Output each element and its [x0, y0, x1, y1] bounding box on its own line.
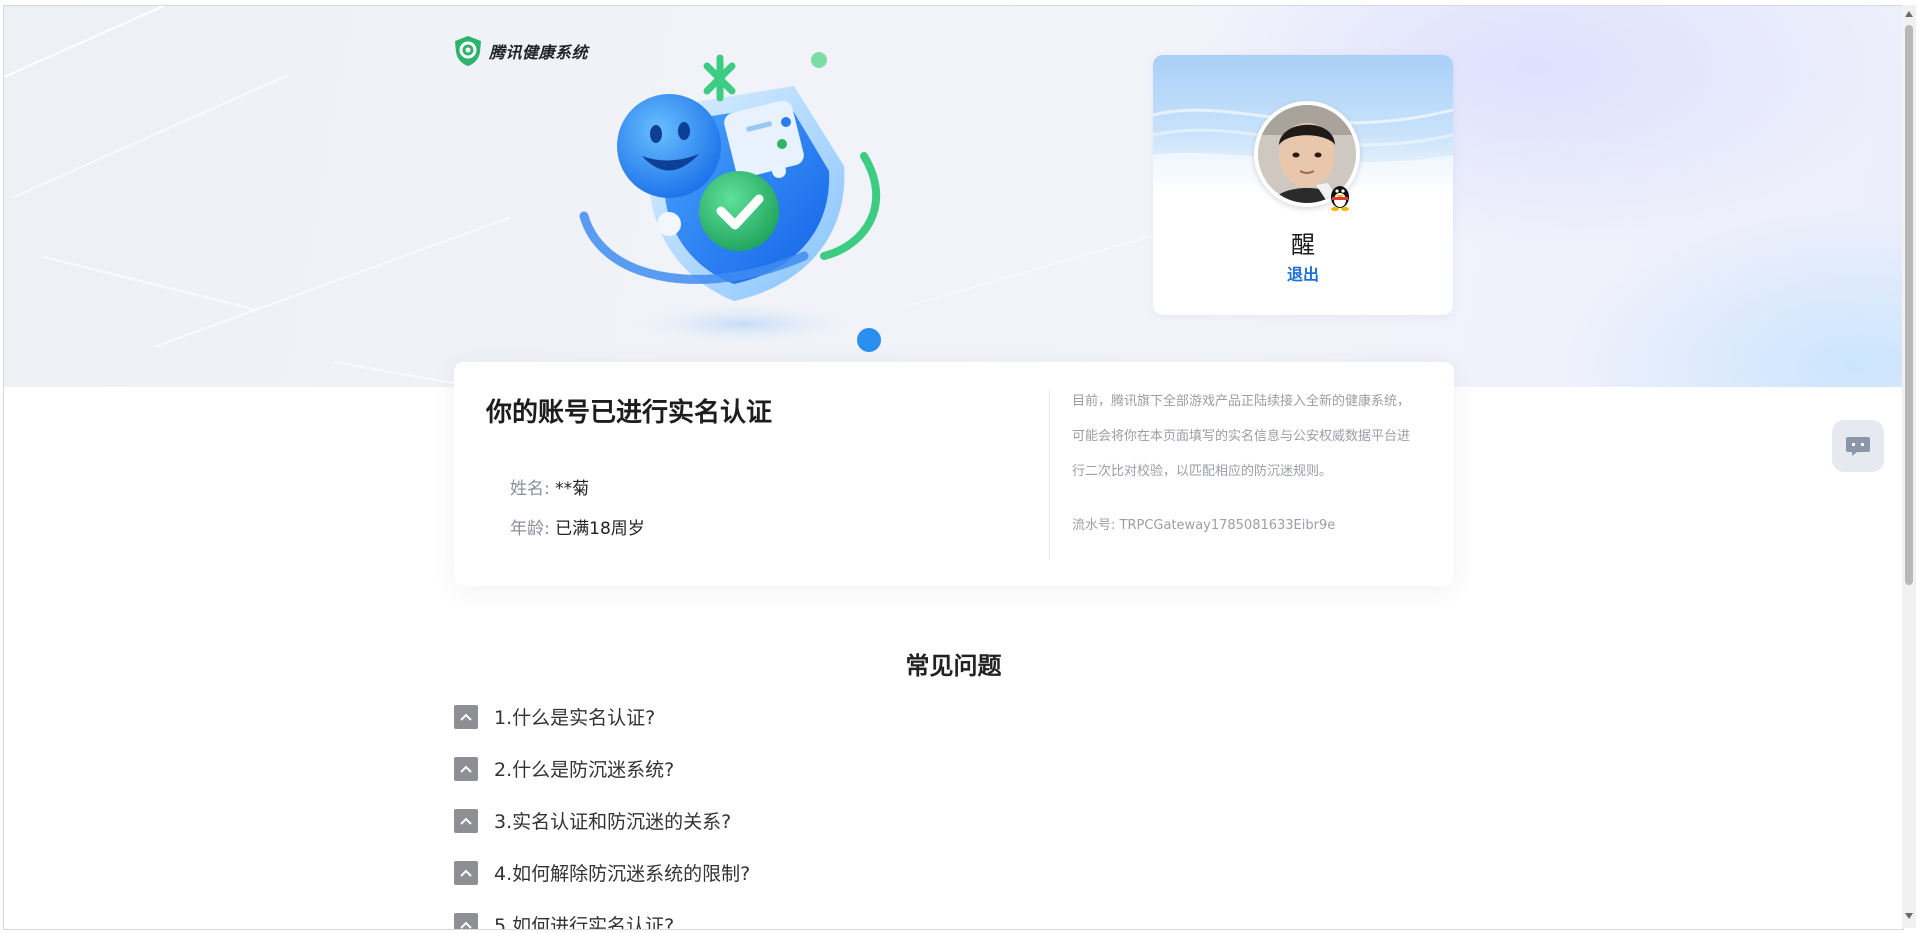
chat-bubble-icon — [1846, 437, 1870, 456]
faq-item-label: 4.如何解除防沉迷系统的限制? — [494, 863, 751, 885]
hero-banner: 腾讯健康系统 — [4, 6, 1903, 405]
faq-item-4[interactable]: 4.如何解除防沉迷系统的限制? — [454, 859, 750, 886]
shield-illustration-icon — [579, 52, 881, 352]
chevron-up-icon[interactable] — [454, 912, 478, 929]
serial-number: 流水号: TRPCGateway1785081633Eibr9e — [1072, 514, 1335, 533]
faq-item-label: 1.什么是实名认证? — [494, 707, 656, 729]
chevron-up-icon[interactable] — [454, 756, 478, 781]
auth-notice: 目前，腾讯旗下全部游戏产品正陆续接入全新的健康系统，可能会将你在本页面填写的实名… — [1072, 394, 1411, 479]
vertical-scrollbar[interactable] — [1902, 5, 1916, 928]
age-value: 已满18周岁 — [555, 519, 645, 539]
faq-title: 常见问题 — [905, 652, 1002, 680]
age-row: 年龄: 已满18周岁 — [510, 514, 645, 539]
faq-item-3[interactable]: 3.实名认证和防沉迷的关系? — [454, 807, 731, 834]
faq-item-label: 3.实名认证和防沉迷的关系? — [494, 811, 732, 833]
customer-service-button[interactable] — [1832, 420, 1884, 472]
qq-penguin-icon — [1331, 186, 1349, 211]
card-divider — [1049, 390, 1050, 560]
faq-item-5[interactable]: 5.如何进行实名认证? — [454, 911, 675, 930]
name-row: 姓名: **菊 — [510, 474, 589, 499]
serial-value: TRPCGateway1785081633Eibr9e — [1119, 518, 1336, 533]
faq-item-2[interactable]: 2.什么是防沉迷系统? — [454, 755, 674, 782]
scroll-down-icon[interactable] — [1905, 913, 1913, 919]
profile-nickname: 醒 — [1291, 231, 1315, 259]
chevron-up-icon[interactable] — [454, 860, 478, 885]
faq-item-label: 2.什么是防沉迷系统? — [494, 759, 675, 781]
auth-status-title: 你的账号已进行实名认证 — [486, 398, 773, 428]
faq-item-label: 5.如何进行实名认证? — [494, 915, 675, 930]
name-label: 姓名: — [510, 479, 550, 499]
serial-label: 流水号: — [1072, 518, 1116, 533]
auth-status-card: 你的账号已进行实名认证 姓名: **菊 年龄: 已满18周岁 目前，腾讯旗下全部… — [454, 362, 1454, 586]
shield-logo-icon — [455, 36, 481, 66]
page-frame: 腾讯健康系统 醒 退出 你的账号已进行实名认证 姓名: **菊 年龄: 已满18… — [3, 5, 1904, 930]
faq-item-1[interactable]: 1.什么是实名认证? — [454, 703, 655, 730]
profile-card: 醒 退出 — [1153, 55, 1453, 315]
scrollbar-thumb[interactable] — [1905, 25, 1913, 585]
logout-link[interactable]: 退出 — [1153, 261, 1453, 285]
chevron-up-icon[interactable] — [454, 808, 478, 833]
age-label: 年龄: — [510, 519, 550, 539]
chevron-up-icon[interactable] — [454, 704, 478, 729]
scroll-up-icon[interactable] — [1905, 11, 1913, 17]
name-value: **菊 — [555, 479, 590, 499]
